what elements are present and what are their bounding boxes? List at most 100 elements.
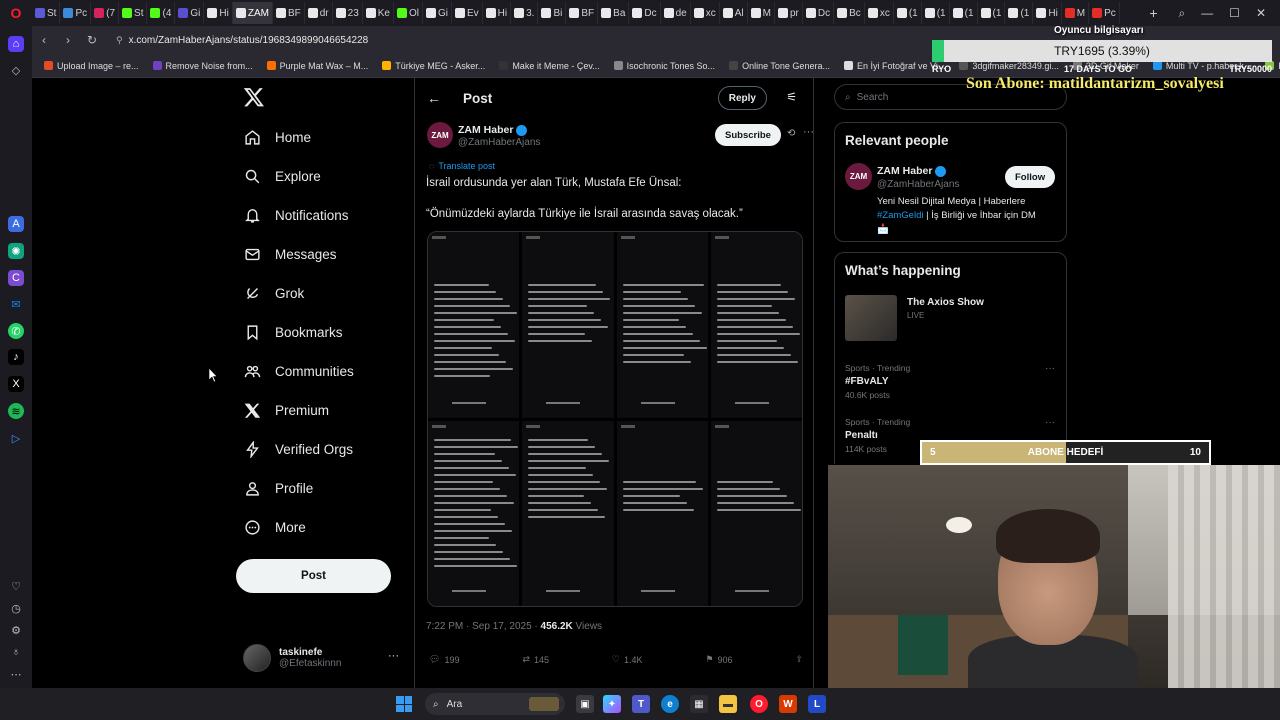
settings-gear-icon[interactable]: ⚙ bbox=[8, 622, 24, 638]
bio-hashtag[interactable]: #ZamGeldi bbox=[877, 210, 923, 221]
bookmark-item[interactable]: Türkiye MEG - Asker... bbox=[382, 61, 485, 71]
media-screenshot-tile[interactable] bbox=[616, 420, 708, 606]
workspace-icon[interactable]: ◇ bbox=[8, 62, 24, 78]
reply-action[interactable]: 💬︎ 199 bbox=[429, 654, 459, 665]
trend-more-icon[interactable]: ··· bbox=[1045, 417, 1055, 428]
favorites-icon[interactable]: ♡ bbox=[8, 578, 24, 594]
x-logo-icon[interactable] bbox=[243, 86, 265, 108]
post-more-icon[interactable]: ··· bbox=[803, 126, 814, 138]
browser-tab[interactable]: xc bbox=[691, 2, 720, 24]
media-screenshot-tile[interactable] bbox=[428, 420, 520, 606]
messenger-icon[interactable]: ✉ bbox=[8, 296, 24, 312]
show-title[interactable]: The Axios Show bbox=[907, 297, 984, 308]
browser-tab[interactable]: BF bbox=[566, 2, 599, 24]
nav-item-notifications[interactable]: Notifications bbox=[236, 196, 406, 235]
sliders-icon[interactable]: ⚟ bbox=[786, 90, 797, 104]
media-screenshot-tile[interactable] bbox=[616, 232, 708, 418]
translate-post-link[interactable]: ◌ Translate post bbox=[429, 161, 495, 171]
bookmark-item[interactable]: Online Tone Genera... bbox=[729, 61, 830, 71]
trend-name[interactable]: #FBvALY bbox=[845, 376, 910, 387]
media-screenshot-tile[interactable] bbox=[428, 232, 520, 418]
store-icon[interactable]: ▦ bbox=[690, 695, 708, 713]
opera-taskbar-icon[interactable]: O bbox=[750, 695, 768, 713]
back-arrow-icon[interactable]: ← bbox=[427, 90, 441, 106]
media-screenshot-tile[interactable] bbox=[522, 420, 614, 606]
browser-tab[interactable]: Hi bbox=[483, 2, 512, 24]
browser-tab[interactable]: Hi bbox=[204, 2, 233, 24]
copilot-icon[interactable]: ✦ bbox=[603, 695, 621, 713]
browser-tab[interactable]: Bc bbox=[834, 2, 865, 24]
taskbar-search[interactable]: ⌕ Ara bbox=[425, 693, 565, 715]
browser-tab[interactable]: St bbox=[32, 2, 61, 24]
new-tab-button[interactable]: + bbox=[1142, 5, 1164, 21]
trend-name[interactable]: Penaltı bbox=[845, 430, 910, 441]
author-handle[interactable]: @ZamHaberAjans bbox=[458, 137, 540, 148]
nav-item-more[interactable]: More bbox=[236, 508, 406, 547]
nav-item-home[interactable]: Home bbox=[236, 118, 406, 157]
reply-button[interactable]: Reply bbox=[717, 86, 767, 110]
whatsapp-icon[interactable]: ✆ bbox=[8, 323, 24, 339]
nav-item-grok[interactable]: Grok bbox=[236, 274, 406, 313]
person-avatar[interactable]: ZAM bbox=[845, 163, 872, 190]
media-screenshot-tile[interactable] bbox=[710, 420, 802, 606]
spotify-icon[interactable]: ≋ bbox=[8, 403, 24, 419]
url-text[interactable]: x.com/ZamHaberAjans/status/1968349899046… bbox=[129, 35, 369, 46]
teams-icon[interactable]: T bbox=[632, 695, 650, 713]
browser-tab[interactable]: 23 bbox=[333, 2, 363, 24]
repost-action[interactable]: ⇄ 145 bbox=[522, 654, 549, 665]
grok-explain-icon[interactable]: ⟲ bbox=[787, 128, 795, 139]
browser-tab[interactable]: dr bbox=[305, 2, 333, 24]
bookmark-item[interactable]: Make it Meme - Çev... bbox=[499, 61, 600, 71]
tips-icon[interactable]: ♁ bbox=[8, 644, 24, 660]
back-button[interactable]: ‹ bbox=[32, 33, 56, 47]
browser-tab[interactable]: M bbox=[748, 2, 775, 24]
x-sidebar-icon[interactable]: X bbox=[8, 376, 24, 392]
share-action[interactable]: ⇪ bbox=[795, 654, 803, 665]
minimize-button[interactable]: — bbox=[1201, 6, 1213, 21]
follow-button[interactable]: Follow bbox=[1005, 166, 1056, 188]
site-info-icon[interactable]: ⚲ bbox=[116, 35, 123, 46]
nav-item-profile[interactable]: Profile bbox=[236, 469, 406, 508]
browser-tab[interactable]: (1 bbox=[978, 2, 1006, 24]
bookmark-item[interactable]: Isochronic Tones So... bbox=[613, 61, 715, 71]
browser-tab[interactable]: Bi bbox=[538, 2, 567, 24]
nav-item-bookmarks[interactable]: Bookmarks bbox=[236, 313, 406, 352]
browser-tab[interactable]: Ba bbox=[598, 2, 630, 24]
url-field[interactable]: ⚲ x.com/ZamHaberAjans/status/19683498990… bbox=[116, 35, 368, 46]
player-icon[interactable]: ▷ bbox=[8, 430, 24, 446]
browser-tab[interactable]: (4 bbox=[147, 2, 176, 24]
tiktok-icon[interactable]: ♪ bbox=[8, 349, 24, 365]
browser-tab[interactable]: Ev bbox=[452, 2, 483, 24]
nav-item-premium[interactable]: Premium bbox=[236, 391, 406, 430]
browser-tab[interactable]: Ke bbox=[363, 2, 394, 24]
browser-tab[interactable]: Al bbox=[720, 2, 748, 24]
sidebar-more-icon[interactable]: ⋯ bbox=[8, 666, 24, 682]
browser-tab[interactable]: (1 bbox=[950, 2, 978, 24]
browser-tab[interactable]: Dc bbox=[629, 2, 661, 24]
post-time[interactable]: 7:22 PM · Sep 17, 2025 · bbox=[426, 621, 538, 632]
maximize-button[interactable]: ☐ bbox=[1229, 6, 1240, 21]
opera-logo-icon[interactable]: O bbox=[0, 0, 32, 26]
browser-tab[interactable]: Hi bbox=[1033, 2, 1062, 24]
account-more-icon[interactable]: ··· bbox=[388, 650, 399, 662]
browser-tab[interactable]: Ol bbox=[394, 2, 423, 24]
browser-tab[interactable]: (1 bbox=[922, 2, 950, 24]
show-thumbnail[interactable] bbox=[845, 295, 897, 341]
bookmark-item[interactable]: Upload Image – re... bbox=[44, 61, 139, 71]
bookmark-item[interactable]: En İyi Fotoğraf ve Vi... bbox=[843, 61, 945, 71]
close-window-button[interactable]: ✕ bbox=[1256, 6, 1266, 21]
bookmark-item[interactable]: Remove Noise from... bbox=[152, 61, 253, 71]
bookmark-action[interactable]: ⚑ 906 bbox=[705, 654, 732, 665]
post-media-image[interactable] bbox=[427, 231, 803, 607]
bookmark-item[interactable]: Purple Mat Wax – M... bbox=[266, 61, 368, 71]
reload-button[interactable]: ↻ bbox=[80, 33, 104, 47]
search-tabs-icon[interactable]: ⌕ bbox=[1178, 6, 1185, 21]
office-icon[interactable]: W bbox=[779, 695, 797, 713]
browser-tab[interactable]: pr bbox=[775, 2, 803, 24]
browser-tab[interactable]: (7 bbox=[91, 2, 120, 24]
browser-tab[interactable]: Dc bbox=[803, 2, 835, 24]
person-name[interactable]: ZAM Haber bbox=[877, 165, 947, 177]
browser-tab[interactable]: Pc bbox=[1089, 2, 1120, 24]
launcher-icon[interactable]: L bbox=[808, 695, 826, 713]
subscribe-button[interactable]: Subscribe bbox=[715, 124, 781, 146]
